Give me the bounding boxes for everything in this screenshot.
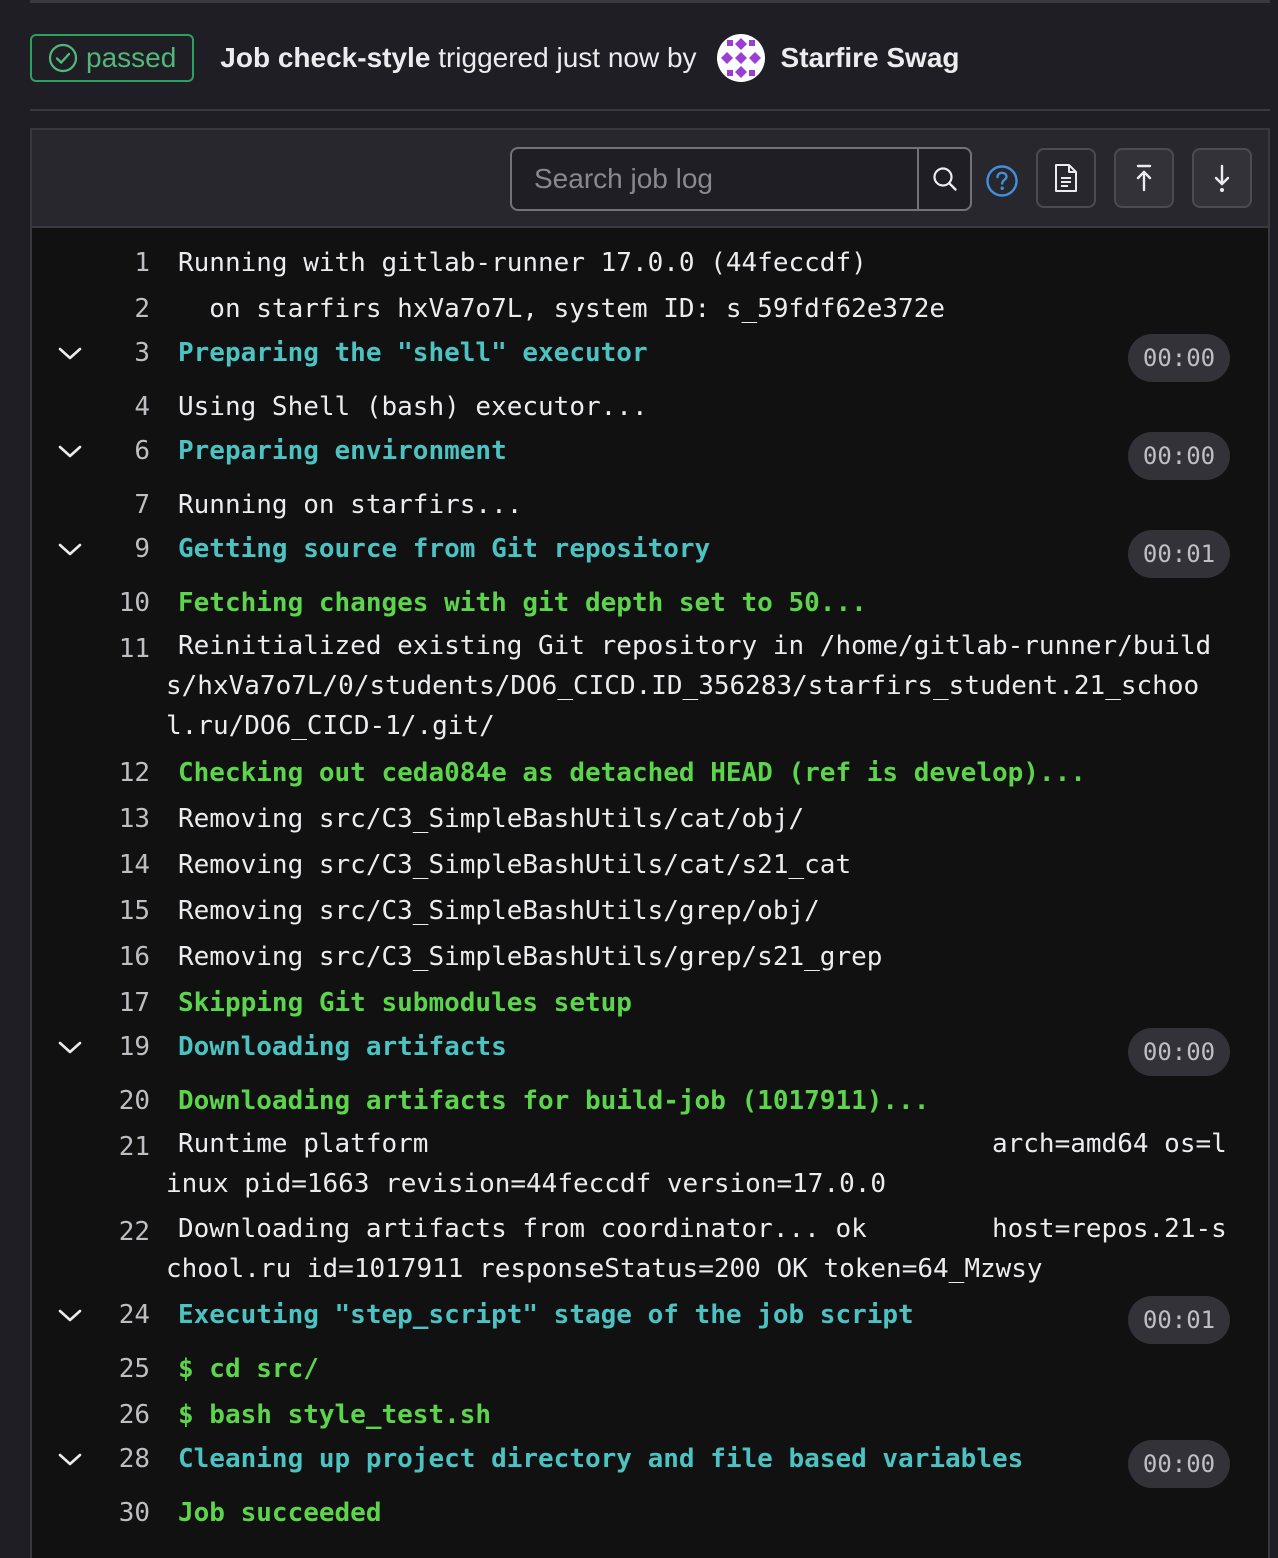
chevron-down-icon[interactable] <box>54 338 86 370</box>
line-number[interactable]: 19 <box>119 1032 150 1062</box>
line-number[interactable]: 3 <box>134 338 150 368</box>
log-line-text: Downloading artifacts from coordinator..… <box>166 1214 1227 1284</box>
help-button[interactable] <box>984 163 1020 199</box>
log-line-text: Removing src/C3_SimpleBashUtils/grep/s21… <box>178 942 883 972</box>
help-icon <box>986 165 1018 197</box>
line-number[interactable]: 30 <box>119 1498 150 1528</box>
line-number[interactable]: 6 <box>134 436 150 466</box>
line-number[interactable]: 17 <box>119 988 150 1018</box>
top-divider <box>30 0 1270 3</box>
line-number[interactable]: 9 <box>134 534 150 564</box>
chevron-down-icon[interactable] <box>54 534 86 566</box>
log-line-text: Running with gitlab-runner 17.0.0 (44fec… <box>178 248 867 278</box>
section-duration-badge: 00:00 <box>1128 1028 1230 1076</box>
search-input[interactable] <box>512 149 917 209</box>
line-number[interactable]: 11 <box>119 634 150 664</box>
log-line-text: Downloading artifacts for build-job (101… <box>178 1086 930 1116</box>
log-line-text: Job succeeded <box>178 1498 382 1528</box>
line-number[interactable]: 22 <box>119 1217 150 1247</box>
line-number[interactable]: 2 <box>134 294 150 324</box>
log-toolbar <box>32 130 1268 228</box>
log-line-text: Running on starfirs... <box>178 490 523 520</box>
chevron-down-icon[interactable] <box>54 1300 86 1332</box>
search-icon <box>932 167 957 191</box>
line-number[interactable]: 13 <box>119 804 150 834</box>
line-number[interactable]: 12 <box>119 758 150 788</box>
show-raw-button[interactable] <box>1036 148 1096 208</box>
log-section-title: Preparing the "shell" executor <box>178 338 648 368</box>
line-number[interactable]: 10 <box>119 588 150 618</box>
line-number[interactable]: 21 <box>119 1132 150 1162</box>
job-title-prefix: Job <box>220 42 271 73</box>
line-number[interactable]: 1 <box>134 248 150 278</box>
avatar[interactable] <box>716 34 765 82</box>
check-circle-icon <box>48 43 78 73</box>
section-duration-badge: 00:00 <box>1128 1440 1230 1488</box>
section-duration-badge: 00:01 <box>1128 530 1230 578</box>
raw-log-icon <box>1055 164 1077 192</box>
log-line-text: Removing src/C3_SimpleBashUtils/cat/s21_… <box>178 850 852 880</box>
log-line-text: Reinitialized existing Git repository in… <box>166 631 1212 741</box>
user-name[interactable]: Starfire Swag <box>781 42 960 74</box>
status-label: passed <box>86 42 177 73</box>
line-number[interactable]: 26 <box>119 1400 150 1430</box>
search-button[interactable] <box>917 149 970 209</box>
log-line-text: Runtime platform arch=amd64 os=linux pid… <box>166 1129 1227 1199</box>
line-number[interactable]: 7 <box>134 490 150 520</box>
section-duration-badge: 00:01 <box>1128 1296 1230 1344</box>
line-number[interactable]: 25 <box>119 1354 150 1384</box>
log-line-text: Removing src/C3_SimpleBashUtils/grep/obj… <box>178 896 820 926</box>
line-number[interactable]: 15 <box>119 896 150 926</box>
section-duration-badge: 00:00 <box>1128 334 1230 382</box>
log-section-title: Preparing environment <box>178 436 507 466</box>
line-number[interactable]: 20 <box>119 1086 150 1116</box>
log-line-text: $ bash style_test.sh <box>178 1400 492 1430</box>
log-section-title: Getting source from Git repository <box>178 534 711 564</box>
chevron-down-icon[interactable] <box>54 1032 86 1064</box>
log-line-text: Using Shell (bash) executor... <box>178 392 648 422</box>
log-line-text: on starfirs hxVa7o7L, system ID: s_59fdf… <box>178 294 946 324</box>
line-number[interactable]: 4 <box>134 392 150 422</box>
log-line-text: Skipping Git submodules setup <box>178 988 632 1018</box>
job-log-panel: 1 Running with gitlab-runner 17.0.0 (44fe… <box>30 128 1270 1558</box>
scroll-to-bottom-button[interactable] <box>1192 148 1252 208</box>
log-section-title: Cleaning up project directory and file b… <box>178 1444 1024 1474</box>
scroll-to-top-button[interactable] <box>1114 148 1174 208</box>
line-number[interactable]: 28 <box>119 1444 150 1474</box>
trigger-text: triggered just now by <box>438 42 697 73</box>
job-header: passed Job check-style triggered just no… <box>30 32 1270 84</box>
log-line-text: $ cd src/ <box>178 1354 319 1384</box>
log-section-title: Downloading artifacts <box>178 1032 507 1062</box>
chevron-down-icon[interactable] <box>54 1444 86 1476</box>
chevron-down-icon[interactable] <box>54 436 86 468</box>
search-box <box>510 147 972 211</box>
line-number[interactable]: 24 <box>119 1300 150 1330</box>
status-badge[interactable]: passed <box>30 34 195 82</box>
section-duration-badge: 00:00 <box>1128 432 1230 480</box>
line-number[interactable]: 14 <box>119 850 150 880</box>
job-name[interactable]: check-style <box>278 42 431 74</box>
log-section-title: Executing "step_script" stage of the job… <box>178 1300 914 1330</box>
job-title: Job check-style triggered just now by <box>220 42 696 74</box>
scroll-to-top-icon <box>1136 164 1152 192</box>
line-number[interactable]: 16 <box>119 942 150 972</box>
scroll-to-bottom-icon <box>1214 164 1230 192</box>
header-divider <box>30 109 1270 111</box>
log-line-text: Fetching changes with git depth set to 5… <box>178 588 867 618</box>
log-line-text: Checking out ceda084e as detached HEAD (… <box>178 758 1086 788</box>
log-line-text: Removing src/C3_SimpleBashUtils/cat/obj/ <box>178 804 805 834</box>
